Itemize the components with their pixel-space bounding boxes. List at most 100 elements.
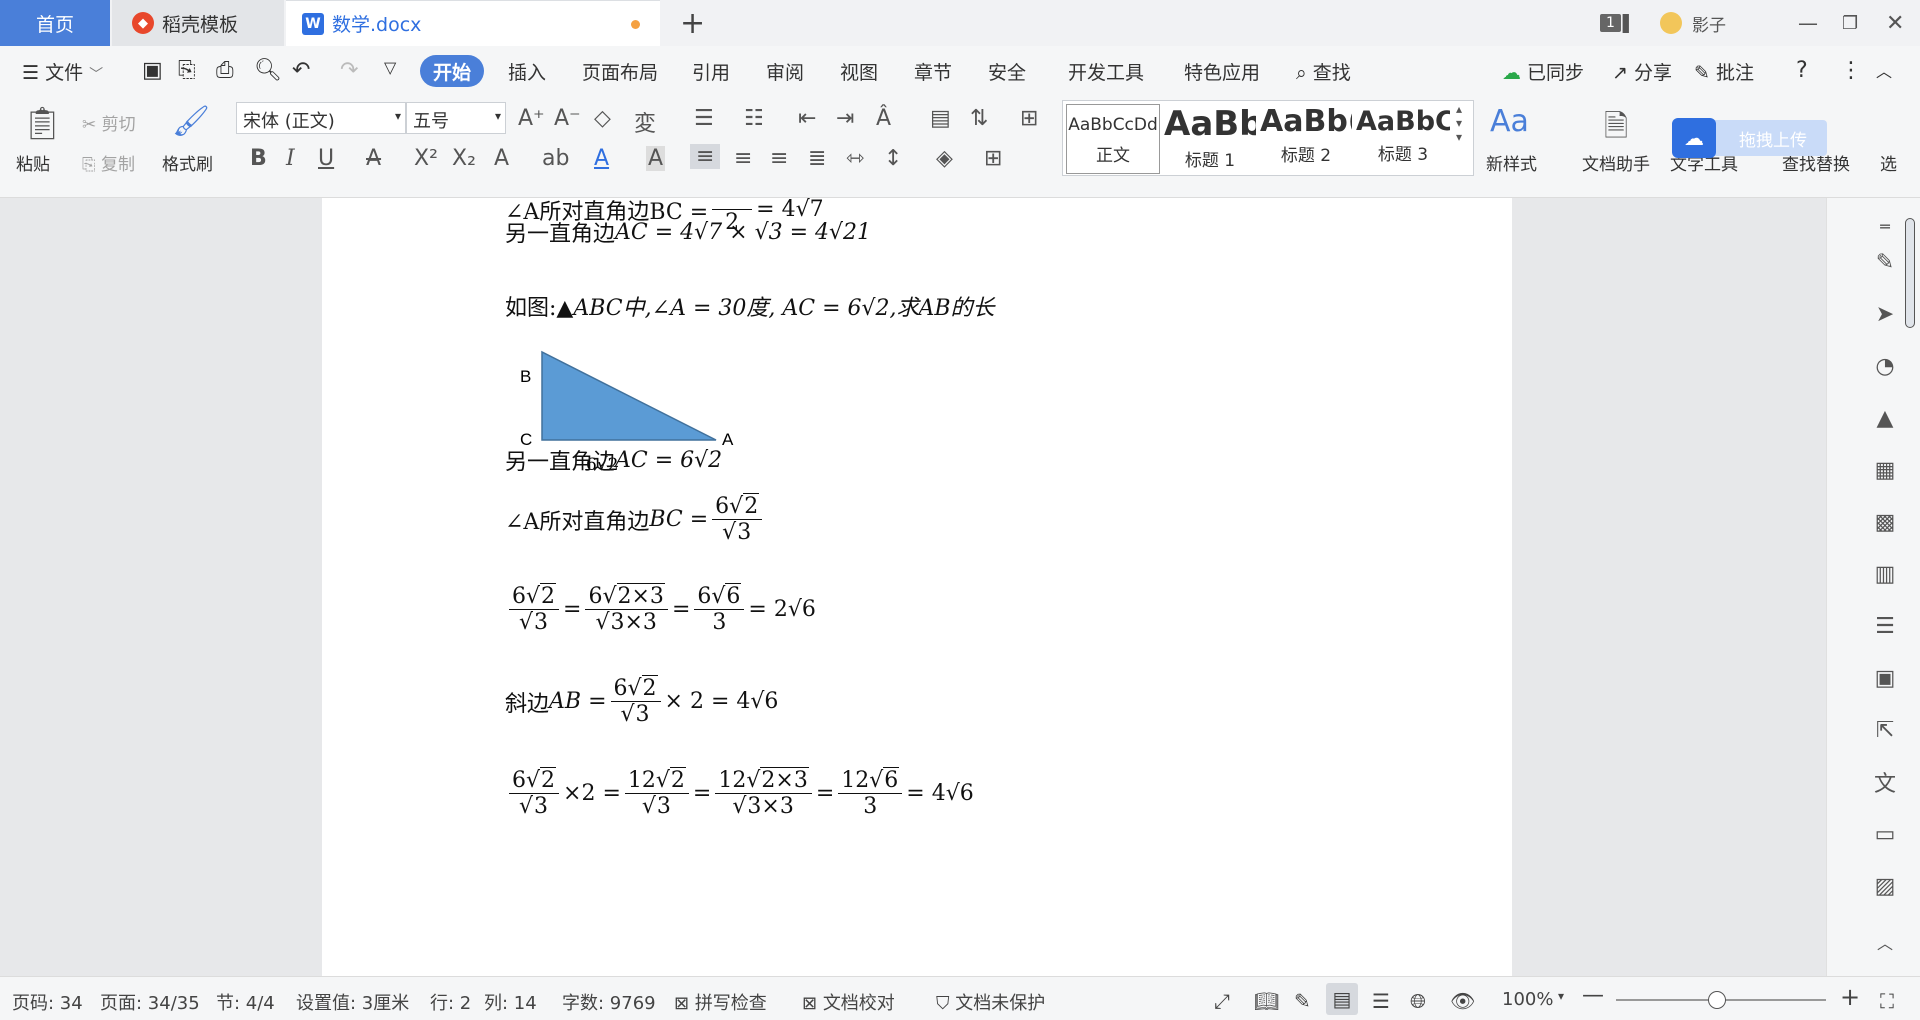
grow-font-icon[interactable]: A⁺ (518, 106, 545, 131)
decrease-indent-icon[interactable]: ⇤ (798, 106, 816, 131)
align-right-icon[interactable]: ≡ (770, 146, 788, 171)
menu-home[interactable]: 开始 (420, 55, 484, 87)
comment-button[interactable]: ✎ 批注 (1694, 58, 1754, 85)
menu-references[interactable]: 引用 (692, 58, 730, 85)
style-icon[interactable]: ▲ (1871, 404, 1899, 432)
zoom-dropdown-icon[interactable]: ▾ (1558, 989, 1564, 1003)
doc-protect-button[interactable]: ⛉ 文档未保护 (936, 989, 1045, 1015)
new-style-icon[interactable]: Aa (1490, 104, 1529, 139)
line-spacing-icon[interactable]: ↕ (884, 146, 902, 171)
paste-button[interactable]: 粘贴 (16, 150, 50, 175)
status-page-code[interactable]: 页码: 34 (12, 989, 83, 1015)
numbered-list-icon[interactable]: ☷ (744, 106, 764, 131)
customize-toolbar-icon[interactable]: ▽ (384, 58, 396, 77)
doc-proof-button[interactable]: ⊠ 文档校对 (802, 989, 895, 1015)
search-command[interactable]: ⌕ 查找 (1296, 58, 1351, 85)
zoom-slider-thumb[interactable] (1708, 991, 1726, 1009)
print-preview-icon[interactable]: 🔍︎ (254, 58, 282, 83)
share-button[interactable]: ↗ 分享 (1612, 58, 1672, 85)
menu-review[interactable]: 审阅 (766, 58, 804, 85)
export-icon[interactable]: ⎘ (178, 58, 196, 83)
style-normal[interactable]: AaBbCcDd 正文 (1066, 104, 1160, 174)
sliders-icon[interactable]: ☰ (1871, 612, 1899, 640)
doc-assistant-button[interactable]: 文档助手 (1582, 150, 1650, 175)
web-view-icon[interactable]: 🌐︎ (1410, 989, 1426, 1013)
format-painter-button[interactable]: 格式刷 (162, 150, 213, 175)
align-center-icon[interactable]: ≡ (734, 146, 752, 171)
phonetic-icon[interactable]: 変 (634, 106, 656, 138)
save-icon[interactable]: ▣ (142, 58, 163, 83)
paste-icon[interactable]: 📋︎ (22, 104, 63, 142)
distribute-icon[interactable]: ⇿ (846, 146, 864, 171)
status-setting[interactable]: 设置值: 3厘米 (296, 989, 409, 1015)
font-name-select[interactable]: 宋体 (正文) ▾ (236, 102, 406, 134)
document-page[interactable]: ∠A所对直角边BC = 2 = 4√7 另一直角边 AC = 4√7 × √3 … (322, 198, 1512, 976)
picture-icon[interactable]: ▣ (1871, 664, 1899, 692)
char-shading-icon[interactable]: A (646, 146, 666, 171)
image-icon[interactable]: ▨ (1871, 872, 1899, 900)
select-button[interactable]: 选 (1880, 150, 1897, 175)
tab-document[interactable]: W 数学.docx (286, 0, 660, 46)
borders-icon[interactable]: ⊞ (984, 146, 1002, 171)
copy-button[interactable]: ⎘ 复制 (82, 150, 135, 175)
style-heading-3[interactable]: AaBbC 标题 3 (1356, 104, 1450, 174)
read-mode-icon[interactable]: 📖︎ (1254, 989, 1279, 1013)
text-direction-icon[interactable]: Â (876, 106, 891, 131)
menu-page-layout[interactable]: 页面布局 (582, 58, 658, 85)
highlight-icon[interactable]: ab (542, 146, 569, 171)
style-heading-2[interactable]: AaBb( 标题 2 (1260, 104, 1352, 174)
zoom-out-icon[interactable]: — (1582, 983, 1604, 1008)
new-tab-button[interactable]: + (680, 6, 705, 41)
bold-icon[interactable]: B (250, 146, 267, 171)
spell-check-button[interactable]: ⊠ 拼写检查 (674, 989, 767, 1015)
tab-templates[interactable]: ◆ 稻壳模板 (112, 0, 284, 46)
font-size-select[interactable]: 五号 ▾ (406, 102, 506, 134)
help-icon[interactable]: ? (1796, 58, 1808, 83)
text-effect-icon[interactable]: A (494, 146, 509, 171)
minimize-button[interactable]: — (1798, 0, 1818, 46)
zoom-in-icon[interactable]: + (1840, 983, 1860, 1011)
chart-icon[interactable]: ▥ (1871, 560, 1899, 588)
user-account[interactable]: 影子 (1660, 0, 1726, 46)
cloud-upload-icon[interactable]: ☁ (1672, 118, 1716, 158)
status-row[interactable]: 行: 2 (430, 989, 471, 1015)
window-count[interactable]: 1 ▌ (1600, 0, 1635, 46)
fullscreen-icon[interactable]: ⤢ (1214, 989, 1230, 1013)
status-col[interactable]: 列: 14 (484, 989, 537, 1015)
gallery-scroll-icon[interactable]: ▴ ▾ ▾ (1456, 102, 1462, 144)
sidebar-scroll-thumb[interactable] (1905, 218, 1915, 328)
close-button[interactable]: ✕ (1886, 0, 1904, 46)
translate-icon[interactable]: 文 (1871, 768, 1899, 797)
menu-insert[interactable]: 插入 (508, 58, 546, 85)
fit-window-icon[interactable]: ⛶ (1880, 989, 1894, 1013)
increase-indent-icon[interactable]: ⇥ (836, 106, 854, 131)
chinese-layout-icon[interactable]: ▤ (930, 106, 951, 131)
italic-icon[interactable]: I (286, 146, 295, 171)
zoom-level[interactable]: 100% (1502, 989, 1553, 1010)
pointer-icon[interactable]: ➤ (1871, 300, 1899, 328)
doc-assistant-icon[interactable]: 🗎︎ (1604, 104, 1628, 155)
style-heading-1[interactable]: AaBb 标题 1 (1164, 104, 1256, 174)
shading-icon[interactable]: ◈ (936, 146, 953, 171)
eye-protection-icon[interactable]: 👁︎ (1450, 989, 1475, 1013)
pen-icon[interactable]: ✎ (1871, 248, 1899, 276)
subscript-icon[interactable]: X₂ (452, 146, 476, 171)
more-icon[interactable]: ⋮ (1840, 58, 1862, 83)
restore-button[interactable]: ❐ (1842, 0, 1858, 46)
menu-chapter[interactable]: 章节 (914, 58, 952, 85)
file-menu[interactable]: ☰ 文件 ﹀ (22, 58, 103, 85)
export-share-icon[interactable]: ⇱ (1871, 716, 1899, 744)
menu-developer[interactable]: 开发工具 (1068, 58, 1144, 85)
shrink-font-icon[interactable]: A⁻ (554, 106, 581, 131)
outline-view-icon[interactable]: ☰ (1372, 989, 1390, 1013)
bullet-list-icon[interactable]: ☰ (694, 106, 714, 131)
format-painter-icon[interactable]: 🖌︎ (172, 104, 210, 139)
print-icon[interactable]: ⎙ (216, 58, 234, 83)
sidebar-collapse-icon[interactable]: ︿ (1871, 928, 1899, 956)
new-style-button[interactable]: 新样式 (1486, 150, 1537, 175)
clear-format-icon[interactable]: ◇ (594, 106, 611, 131)
redo-icon[interactable]: ↷ (340, 58, 358, 83)
apps-icon[interactable]: ▩ (1871, 508, 1899, 536)
menu-view[interactable]: 视图 (840, 58, 878, 85)
collapse-ribbon-icon[interactable]: ︿ (1876, 58, 1892, 82)
